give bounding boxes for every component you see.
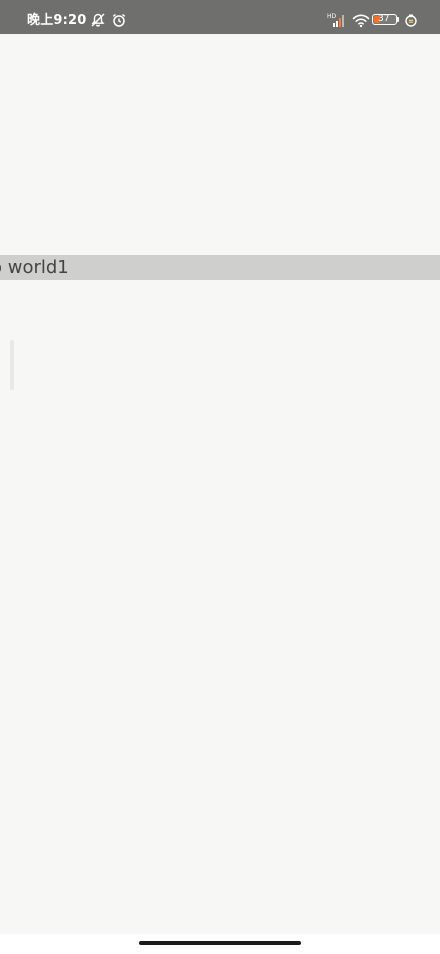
battery-tip (397, 17, 399, 22)
saver-icon (403, 12, 419, 28)
scroll-indicator[interactable] (10, 340, 14, 390)
svg-text:HD: HD (327, 13, 337, 20)
battery-icon: 37 (372, 14, 400, 27)
status-time: 晚上9:20 (27, 13, 87, 28)
wifi-icon (352, 12, 370, 28)
navigation-bar (0, 934, 440, 954)
selected-row[interactable]: o world1 (0, 255, 440, 280)
bell-off-icon (90, 12, 106, 28)
battery-level: 37 (378, 14, 390, 24)
hd-signal-icon: HD (327, 12, 345, 28)
selected-row-text: o world1 (0, 257, 69, 278)
home-indicator[interactable] (139, 941, 301, 945)
alarm-icon (111, 12, 127, 28)
status-bar: 晚上9:20 HD 37 (0, 0, 440, 34)
battery-shell: 37 (372, 14, 397, 25)
